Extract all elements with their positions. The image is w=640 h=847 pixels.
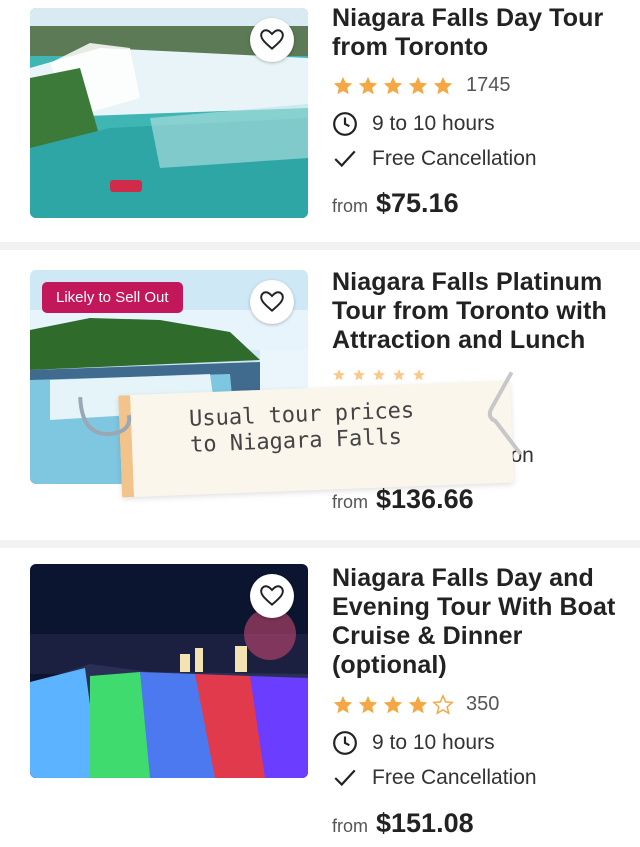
price-amount: $136.66	[376, 484, 474, 514]
clock-icon	[333, 112, 357, 136]
price-prefix: from	[332, 492, 368, 512]
star-icon	[393, 369, 405, 381]
price-prefix: from	[332, 196, 368, 216]
checkmark-icon	[334, 150, 356, 168]
star-icon	[358, 695, 378, 713]
heart-icon	[260, 585, 284, 606]
clock-icon	[333, 731, 357, 755]
cancellation-row: Free Cancellation	[332, 765, 537, 791]
heart-icon	[260, 291, 284, 312]
rating-row: 1745	[332, 74, 511, 97]
paper-clip-icon	[78, 396, 132, 436]
tour-image-niagara-falls-day[interactable]	[30, 8, 308, 218]
star-icon	[333, 695, 353, 713]
tour-title[interactable]: Niagara Falls Platinum Tour from Toronto…	[332, 268, 632, 355]
sticky-note: Usual tour prices to Niagara Falls	[78, 371, 523, 498]
star-icon	[408, 695, 428, 713]
duration-row: 9 to 10 hours	[332, 111, 495, 137]
tour-card-1[interactable]: Niagara Falls Day Tour from Toronto 1745…	[0, 0, 640, 242]
star-icon	[358, 76, 378, 94]
checkmark-icon	[334, 769, 356, 787]
wishlist-heart-button[interactable]	[250, 280, 294, 324]
star-icon	[433, 76, 453, 94]
wishlist-heart-button[interactable]	[250, 18, 294, 62]
wishlist-heart-button[interactable]	[250, 574, 294, 618]
star-icon	[383, 695, 403, 713]
tour-title[interactable]: Niagara Falls Day Tour from Toronto	[332, 4, 632, 62]
star-icon	[333, 76, 353, 94]
price-amount: $75.16	[376, 188, 459, 218]
price-prefix: from	[332, 816, 368, 836]
rating-stars	[332, 75, 454, 97]
star-icon	[408, 76, 428, 94]
star-icon	[373, 369, 385, 381]
sticky-note-text: Usual tour prices to Niagara Falls	[188, 398, 415, 458]
likely-to-sell-out-badge: Likely to Sell Out	[42, 282, 183, 313]
paper-clip-icon	[487, 371, 523, 456]
price-row: from $75.16	[332, 188, 459, 219]
tour-image-niagara-falls-evening[interactable]	[30, 564, 308, 778]
star-icon	[353, 369, 365, 381]
price-row: from $136.66	[332, 484, 474, 515]
price-amount: $151.08	[376, 808, 474, 838]
star-icon	[333, 369, 345, 381]
price-row: from $151.08	[332, 808, 474, 839]
rating-stars	[332, 693, 454, 716]
heart-icon	[260, 29, 284, 50]
duration-text: 9 to 10 hours	[372, 112, 495, 135]
cancellation-text: Free Cancellation	[372, 147, 537, 170]
duration-row: 9 to 10 hours	[332, 730, 495, 756]
star-outline-icon	[432, 693, 454, 715]
star-icon	[383, 76, 403, 94]
rating-row: 350	[332, 693, 499, 716]
tour-title[interactable]: Niagara Falls Day and Evening Tour With …	[332, 564, 632, 680]
review-count: 1745	[466, 74, 511, 96]
review-count: 350	[466, 693, 500, 715]
cancellation-row: Free Cancellation	[332, 146, 537, 172]
cancellation-text: Free Cancellation	[372, 766, 537, 789]
duration-text: 9 to 10 hours	[372, 731, 495, 754]
star-icon	[413, 369, 425, 381]
partial-rating-stars	[332, 368, 426, 382]
